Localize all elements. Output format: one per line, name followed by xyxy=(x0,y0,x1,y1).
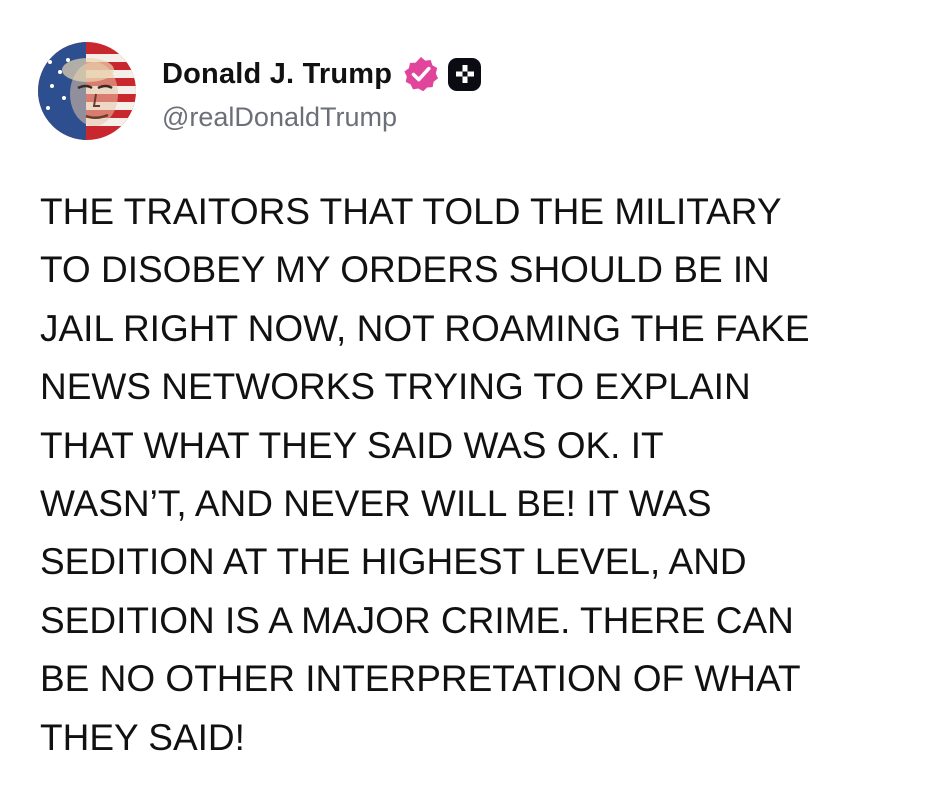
author-display-name[interactable]: Donald J. Trump xyxy=(162,58,392,91)
author-name-row: Donald J. Trump xyxy=(162,52,482,96)
plus-badge-icon[interactable] xyxy=(448,57,482,91)
author-block: Donald J. Trump @realDonaldTrump xyxy=(162,52,482,133)
author-avatar[interactable] xyxy=(38,42,136,140)
post-text: THE TRAITORS THAT TOLD THE MILITARY TO D… xyxy=(40,191,810,758)
flag-portrait-avatar-icon xyxy=(38,42,136,140)
verified-badge-icon[interactable] xyxy=(402,55,440,93)
author-handle[interactable]: @realDonaldTrump xyxy=(162,102,481,133)
post-card: Donald J. Trump @realDonaldTrump THE TRA… xyxy=(0,0,945,796)
